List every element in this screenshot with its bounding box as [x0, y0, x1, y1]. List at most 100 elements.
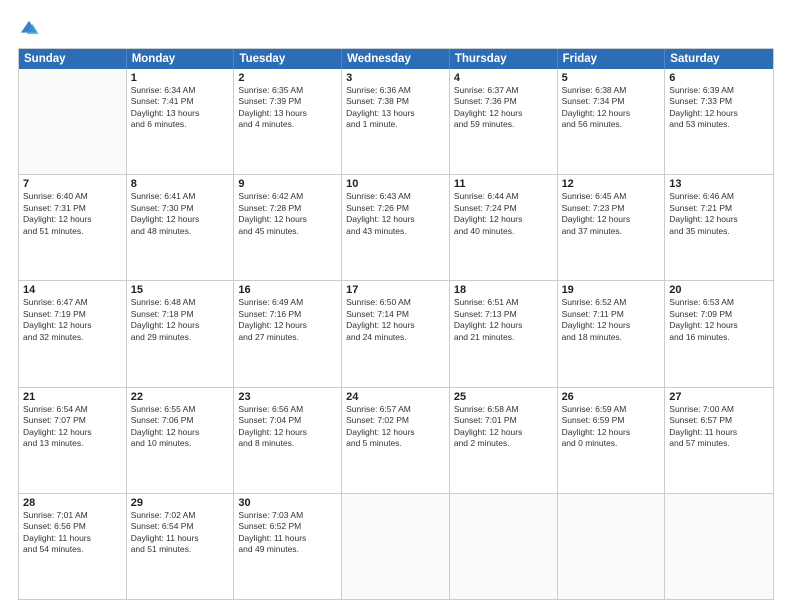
cell-line: Sunrise: 6:45 AM	[562, 191, 661, 202]
weekday-header-tuesday: Tuesday	[234, 49, 342, 69]
cell-line: and 27 minutes.	[238, 332, 337, 343]
calendar-cell: 15Sunrise: 6:48 AMSunset: 7:18 PMDayligh…	[127, 281, 235, 386]
cell-line: Daylight: 12 hours	[23, 427, 122, 438]
weekday-header-sunday: Sunday	[19, 49, 127, 69]
cell-line: Daylight: 12 hours	[454, 214, 553, 225]
header	[18, 18, 774, 40]
cell-line: and 5 minutes.	[346, 438, 445, 449]
cell-line: Sunrise: 6:53 AM	[669, 297, 769, 308]
cell-line: Sunset: 7:19 PM	[23, 309, 122, 320]
cell-line: Sunrise: 6:50 AM	[346, 297, 445, 308]
day-number: 26	[562, 391, 661, 403]
cell-line: Sunrise: 6:39 AM	[669, 85, 769, 96]
cell-line: Sunset: 7:11 PM	[562, 309, 661, 320]
cell-line: Sunset: 7:21 PM	[669, 203, 769, 214]
day-number: 5	[562, 72, 661, 84]
calendar-cell: 1Sunrise: 6:34 AMSunset: 7:41 PMDaylight…	[127, 69, 235, 174]
cell-line: and 2 minutes.	[454, 438, 553, 449]
calendar-cell	[450, 494, 558, 599]
cell-line: Daylight: 12 hours	[131, 320, 230, 331]
cell-line: Daylight: 13 hours	[238, 108, 337, 119]
cell-line: and 48 minutes.	[131, 226, 230, 237]
cell-line: Daylight: 13 hours	[346, 108, 445, 119]
calendar: SundayMondayTuesdayWednesdayThursdayFrid…	[18, 48, 774, 600]
cell-line: Sunset: 7:36 PM	[454, 96, 553, 107]
day-number: 4	[454, 72, 553, 84]
cell-line: Sunset: 7:04 PM	[238, 415, 337, 426]
calendar-cell: 23Sunrise: 6:56 AMSunset: 7:04 PMDayligh…	[234, 388, 342, 493]
calendar-cell: 30Sunrise: 7:03 AMSunset: 6:52 PMDayligh…	[234, 494, 342, 599]
cell-line: Sunrise: 6:59 AM	[562, 404, 661, 415]
cell-line: Sunset: 7:39 PM	[238, 96, 337, 107]
cell-line: Daylight: 11 hours	[238, 533, 337, 544]
cell-line: Sunset: 7:33 PM	[669, 96, 769, 107]
day-number: 29	[131, 497, 230, 509]
cell-line: Daylight: 12 hours	[669, 108, 769, 119]
cell-line: Sunset: 7:34 PM	[562, 96, 661, 107]
cell-line: Daylight: 11 hours	[669, 427, 769, 438]
cell-line: and 16 minutes.	[669, 332, 769, 343]
day-number: 18	[454, 284, 553, 296]
cell-line: and 13 minutes.	[23, 438, 122, 449]
cell-line: and 8 minutes.	[238, 438, 337, 449]
cell-line: Daylight: 12 hours	[238, 320, 337, 331]
cell-line: and 32 minutes.	[23, 332, 122, 343]
cell-line: Sunset: 6:52 PM	[238, 521, 337, 532]
calendar-cell: 22Sunrise: 6:55 AMSunset: 7:06 PMDayligh…	[127, 388, 235, 493]
cell-line: Sunset: 7:31 PM	[23, 203, 122, 214]
calendar-cell: 25Sunrise: 6:58 AMSunset: 7:01 PMDayligh…	[450, 388, 558, 493]
cell-line: and 57 minutes.	[669, 438, 769, 449]
cell-line: Daylight: 12 hours	[454, 427, 553, 438]
cell-line: Daylight: 12 hours	[346, 214, 445, 225]
cell-line: and 59 minutes.	[454, 119, 553, 130]
calendar-cell: 13Sunrise: 6:46 AMSunset: 7:21 PMDayligh…	[665, 175, 773, 280]
calendar-cell: 11Sunrise: 6:44 AMSunset: 7:24 PMDayligh…	[450, 175, 558, 280]
weekday-header-saturday: Saturday	[665, 49, 773, 69]
cell-line: Daylight: 12 hours	[131, 427, 230, 438]
cell-line: and 54 minutes.	[23, 544, 122, 555]
day-number: 3	[346, 72, 445, 84]
calendar-cell	[558, 494, 666, 599]
cell-line: Daylight: 12 hours	[562, 108, 661, 119]
cell-line: and 37 minutes.	[562, 226, 661, 237]
cell-line: and 1 minute.	[346, 119, 445, 130]
cell-line: and 51 minutes.	[23, 226, 122, 237]
logo-icon	[18, 18, 40, 40]
cell-line: Sunrise: 6:55 AM	[131, 404, 230, 415]
day-number: 25	[454, 391, 553, 403]
cell-line: Daylight: 13 hours	[131, 108, 230, 119]
day-number: 24	[346, 391, 445, 403]
cell-line: Sunrise: 6:54 AM	[23, 404, 122, 415]
cell-line: Daylight: 12 hours	[131, 214, 230, 225]
cell-line: and 53 minutes.	[669, 119, 769, 130]
cell-line: Sunset: 7:24 PM	[454, 203, 553, 214]
calendar-cell	[665, 494, 773, 599]
cell-line: Sunrise: 7:00 AM	[669, 404, 769, 415]
calendar-cell: 4Sunrise: 6:37 AMSunset: 7:36 PMDaylight…	[450, 69, 558, 174]
cell-line: Sunset: 6:59 PM	[562, 415, 661, 426]
cell-line: Daylight: 12 hours	[23, 214, 122, 225]
cell-line: Sunset: 7:06 PM	[131, 415, 230, 426]
cell-line: Sunset: 7:38 PM	[346, 96, 445, 107]
cell-line: Sunset: 7:18 PM	[131, 309, 230, 320]
calendar-cell: 29Sunrise: 7:02 AMSunset: 6:54 PMDayligh…	[127, 494, 235, 599]
cell-line: Sunrise: 7:03 AM	[238, 510, 337, 521]
calendar-cell: 18Sunrise: 6:51 AMSunset: 7:13 PMDayligh…	[450, 281, 558, 386]
calendar-cell: 10Sunrise: 6:43 AMSunset: 7:26 PMDayligh…	[342, 175, 450, 280]
cell-line: Sunset: 7:13 PM	[454, 309, 553, 320]
calendar-cell: 19Sunrise: 6:52 AMSunset: 7:11 PMDayligh…	[558, 281, 666, 386]
calendar-cell: 27Sunrise: 7:00 AMSunset: 6:57 PMDayligh…	[665, 388, 773, 493]
cell-line: and 10 minutes.	[131, 438, 230, 449]
cell-line: Sunrise: 6:58 AM	[454, 404, 553, 415]
calendar-cell: 16Sunrise: 6:49 AMSunset: 7:16 PMDayligh…	[234, 281, 342, 386]
cell-line: and 43 minutes.	[346, 226, 445, 237]
cell-line: Sunrise: 6:51 AM	[454, 297, 553, 308]
calendar-cell: 21Sunrise: 6:54 AMSunset: 7:07 PMDayligh…	[19, 388, 127, 493]
calendar-row-3: 21Sunrise: 6:54 AMSunset: 7:07 PMDayligh…	[19, 388, 773, 494]
cell-line: and 24 minutes.	[346, 332, 445, 343]
day-number: 14	[23, 284, 122, 296]
cell-line: and 40 minutes.	[454, 226, 553, 237]
cell-line: Daylight: 12 hours	[562, 427, 661, 438]
day-number: 23	[238, 391, 337, 403]
cell-line: Sunset: 7:02 PM	[346, 415, 445, 426]
